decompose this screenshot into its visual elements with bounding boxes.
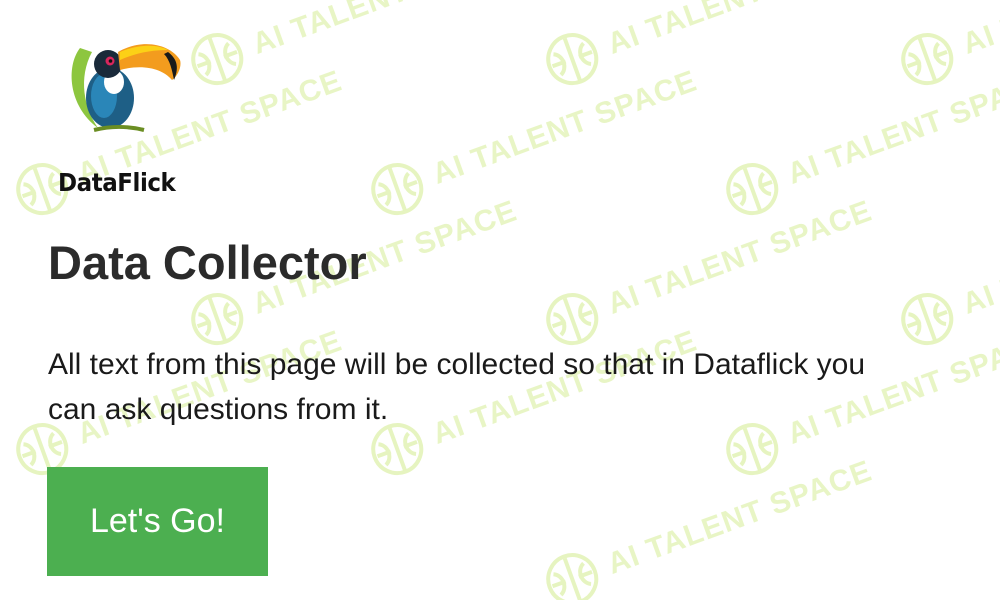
brand-logo-text: DataFlick [58,168,176,197]
brain-icon [901,33,954,86]
brain-icon [901,293,954,346]
lets-go-button[interactable]: Let's Go! [47,467,268,576]
watermark: AI TALENT SPACE [535,183,881,356]
page-description: All text from this page will be collecte… [48,348,866,426]
page-title: Data Collector [48,236,367,289]
watermark: AI TALENT SPACE [180,0,526,96]
watermark: AI TALENT SPACE [535,443,881,600]
watermark: AI TALENT SPACE [890,183,1000,356]
watermark-text: AI TALENT SPACE [428,64,702,191]
watermark-text: AI TALENT SPACE [603,454,877,581]
watermark-text: AI TALENT SPACE [603,0,877,62]
brand-logo: DataFlick [50,30,190,197]
watermark-text: AI TALENT SPACE [958,194,1000,321]
watermark-text: AI TALENT SPACE [248,0,522,62]
toucan-icon [71,44,181,132]
brain-icon [546,553,599,600]
brain-icon [371,163,424,216]
watermark: AI TALENT SPACE [715,53,1000,226]
brain-icon [191,33,244,86]
brain-icon [726,163,779,216]
watermark-text: AI TALENT SPACE [958,0,1000,62]
watermark-text: AI TALENT SPACE [603,194,877,321]
watermark: AI TALENT SPACE [890,0,1000,96]
watermark: AI TALENT SPACE [360,53,706,226]
watermark-text: AI TALENT SPACE [783,64,1000,191]
watermark: AI TALENT SPACE [535,0,881,96]
brain-icon [546,33,599,86]
